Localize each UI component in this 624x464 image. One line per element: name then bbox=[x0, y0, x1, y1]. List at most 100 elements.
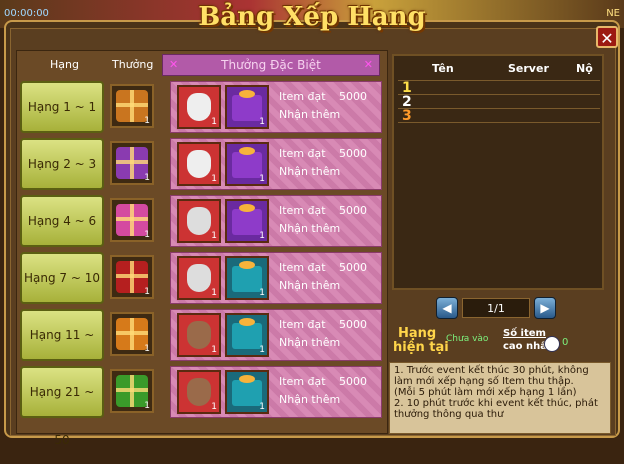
gift-pack-icon bbox=[232, 95, 262, 121]
item-requirement-label: Item đạt bbox=[279, 318, 326, 331]
character-avatar-icon bbox=[187, 321, 211, 349]
gift-pack-slot[interactable]: 1 bbox=[225, 85, 269, 129]
gift-box-icon bbox=[116, 318, 148, 350]
rules-note: 1. Trước event kết thúc 30 phút, không l… bbox=[389, 362, 611, 434]
gift-pack-slot[interactable]: 1 bbox=[225, 256, 269, 300]
divider bbox=[398, 94, 600, 95]
reward-gift-slot[interactable]: 1 bbox=[110, 198, 154, 242]
ornament-icon: ✕ bbox=[363, 58, 373, 71]
gift-pack-icon bbox=[232, 266, 262, 292]
avatar-reward-slot[interactable]: 1 bbox=[177, 313, 221, 357]
bonus-label: Nhận thêm bbox=[279, 165, 341, 178]
character-avatar-icon bbox=[187, 93, 211, 121]
reward-gift-slot[interactable]: 1 bbox=[110, 312, 154, 356]
note-line: (Mỗi 5 phút làm mới xếp hạng 1 lần) bbox=[394, 387, 577, 398]
max-item-label-line1: Số item bbox=[503, 328, 546, 339]
avatar-reward-slot[interactable]: 1 bbox=[177, 85, 221, 129]
ribbon-icon bbox=[239, 204, 255, 212]
rank-tier-button[interactable]: Hạng 4 ~ 6 bbox=[20, 195, 104, 247]
reward-qty: 1 bbox=[144, 116, 150, 126]
rank-tier-button[interactable]: Hạng 11 ~ 20 bbox=[20, 309, 104, 390]
item-requirement-label: Item đạt bbox=[279, 375, 326, 388]
column-header-reward: Thưởng bbox=[112, 58, 154, 71]
rank-tier-button[interactable]: Hạng 21 ~ 50 bbox=[20, 366, 104, 447]
reward-gift-slot[interactable]: 1 bbox=[110, 369, 154, 413]
gift-pack-icon bbox=[232, 152, 262, 178]
current-rank-status: Chưa vào bbox=[446, 334, 489, 344]
reward-row: Hạng 21 ~ 50 1 1 1 Item đạt 5000 Nhận thêm bbox=[20, 366, 382, 447]
ranking-header-name: Tên bbox=[432, 62, 454, 75]
gift-pack-icon bbox=[232, 209, 262, 235]
column-header-special: ✕ Thưởng Đặc Biệt ✕ bbox=[162, 54, 380, 76]
item-requirement-value: 5000 bbox=[339, 375, 367, 388]
ranking-entry-3[interactable]: 3 bbox=[402, 108, 412, 124]
ribbon-icon bbox=[239, 147, 255, 155]
ornament-icon: ✕ bbox=[169, 58, 179, 71]
item-requirement-label: Item đạt bbox=[279, 204, 326, 217]
reward-gift-slot[interactable]: 1 bbox=[110, 141, 154, 185]
rank-tier-button[interactable]: Hạng 2 ~ 3 bbox=[20, 138, 104, 190]
gift-pack-slot[interactable]: 1 bbox=[225, 370, 269, 414]
item-icon bbox=[544, 336, 560, 352]
special-reward-cell: 1 1 Item đạt 5000 Nhận thêm bbox=[170, 195, 382, 247]
item-requirement-value: 5000 bbox=[339, 318, 367, 331]
note-line: làm mới xếp hạng số Item thu thập. bbox=[394, 376, 574, 387]
pack-qty: 1 bbox=[259, 231, 265, 241]
reward-row: Hạng 2 ~ 3 1 1 1 Item đạt 5000 Nhận thêm bbox=[20, 138, 382, 192]
special-header-label: Thưởng Đặc Biệt bbox=[221, 58, 321, 72]
character-avatar-icon bbox=[187, 264, 211, 292]
avatar-reward-slot[interactable]: 1 bbox=[177, 256, 221, 300]
ribbon-icon bbox=[239, 375, 255, 383]
reward-gift-slot[interactable]: 1 bbox=[110, 84, 154, 128]
next-page-button[interactable]: ▶ bbox=[534, 297, 556, 319]
avatar-reward-slot[interactable]: 1 bbox=[177, 199, 221, 243]
divider bbox=[398, 108, 600, 109]
avatar-reward-slot[interactable]: 1 bbox=[177, 370, 221, 414]
dialog-title: Bảng Xếp Hạng bbox=[198, 2, 426, 32]
reward-gift-slot[interactable]: 1 bbox=[110, 255, 154, 299]
reward-qty: 1 bbox=[144, 230, 150, 240]
note-line: thưởng thông qua thư bbox=[394, 409, 504, 420]
avatar-qty: 1 bbox=[211, 117, 217, 127]
rank-tier-button[interactable]: Hạng 1 ~ 1 bbox=[20, 81, 104, 133]
ranking-header-server: Server bbox=[508, 62, 549, 75]
gift-pack-slot[interactable]: 1 bbox=[225, 142, 269, 186]
special-reward-cell: 1 1 Item đạt 5000 Nhận thêm bbox=[170, 309, 382, 361]
ranking-list[interactable]: Tên Server Nộ 1 2 3 bbox=[392, 54, 604, 290]
item-requirement-value: 5000 bbox=[339, 147, 367, 160]
special-reward-cell: 1 1 Item đạt 5000 Nhận thêm bbox=[170, 138, 382, 190]
character-avatar-icon bbox=[187, 207, 211, 235]
avatar-qty: 1 bbox=[211, 345, 217, 355]
item-requirement-label: Item đạt bbox=[279, 147, 326, 160]
bonus-label: Nhận thêm bbox=[279, 393, 341, 406]
max-item-value: 0 bbox=[562, 337, 569, 348]
avatar-reward-slot[interactable]: 1 bbox=[177, 142, 221, 186]
ranking-header-no: Nộ bbox=[576, 62, 593, 75]
current-rank-label-line2: hiện tại bbox=[393, 340, 449, 355]
gift-pack-slot[interactable]: 1 bbox=[225, 199, 269, 243]
gift-box-icon bbox=[116, 204, 148, 236]
pack-qty: 1 bbox=[259, 288, 265, 298]
special-reward-cell: 1 1 Item đạt 5000 Nhận thêm bbox=[170, 81, 382, 133]
ribbon-icon bbox=[239, 90, 255, 98]
special-reward-cell: 1 1 Item đạt 5000 Nhận thêm bbox=[170, 366, 382, 418]
gift-box-icon bbox=[116, 375, 148, 407]
gift-pack-slot[interactable]: 1 bbox=[225, 313, 269, 357]
close-button[interactable]: ✕ bbox=[596, 26, 618, 48]
bonus-label: Nhận thêm bbox=[279, 108, 341, 121]
avatar-qty: 1 bbox=[211, 231, 217, 241]
divider bbox=[398, 80, 600, 81]
prev-page-button[interactable]: ◀ bbox=[436, 297, 458, 319]
special-reward-cell: 1 1 Item đạt 5000 Nhận thêm bbox=[170, 252, 382, 304]
column-header-rank: Hạng bbox=[50, 58, 79, 71]
item-requirement-value: 5000 bbox=[339, 90, 367, 103]
rank-tier-button[interactable]: Hạng 7 ~ 10 bbox=[20, 252, 104, 304]
divider bbox=[398, 122, 600, 123]
bonus-label: Nhận thêm bbox=[279, 279, 341, 292]
ribbon-icon bbox=[239, 318, 255, 326]
pack-qty: 1 bbox=[259, 117, 265, 127]
character-avatar-icon bbox=[187, 378, 211, 406]
avatar-qty: 1 bbox=[211, 288, 217, 298]
gift-box-icon bbox=[116, 261, 148, 293]
note-line: 1. Trước event kết thúc 30 phút, không bbox=[394, 365, 589, 376]
